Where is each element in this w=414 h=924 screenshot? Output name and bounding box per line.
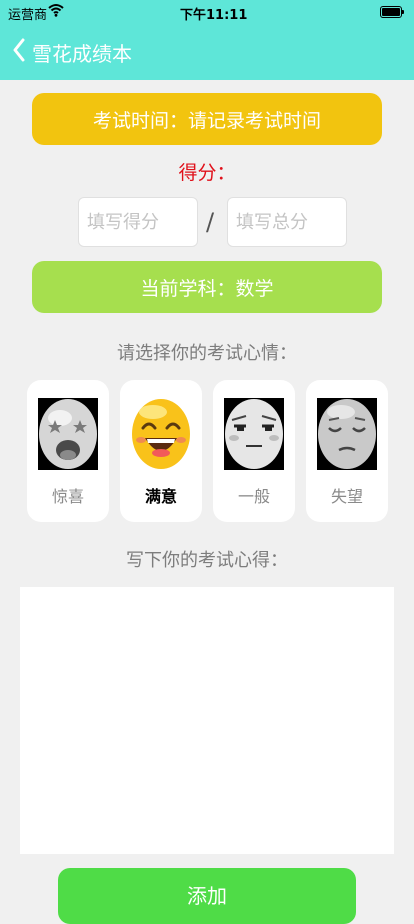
reflection-textarea[interactable]: [20, 587, 394, 854]
status-bar: 运营商 下午11:11: [0, 0, 414, 24]
mood-label: 满意: [144, 487, 177, 506]
surprised-face-icon: [38, 398, 98, 470]
nav-bar: 雪花成绩本: [0, 24, 414, 80]
score-label: 得分：: [178, 162, 236, 184]
score-separator: /: [206, 208, 215, 236]
mood-label: 一般: [237, 487, 270, 506]
battery-icon: [380, 6, 404, 18]
carrier-name: 运营商: [8, 8, 48, 23]
exam-time-button[interactable]: 考试时间：请记录考试时间: [32, 93, 382, 145]
mood-label: 失望: [330, 487, 363, 506]
mood-label: 惊喜: [51, 487, 84, 506]
mood-option-disappointed[interactable]: 失望: [306, 380, 388, 522]
back-chevron-icon[interactable]: [12, 38, 26, 62]
subject-button[interactable]: 当前学科：数学: [32, 261, 382, 313]
status-time: 下午11:11: [180, 8, 248, 23]
add-button[interactable]: 添加: [58, 868, 356, 924]
disappointed-face-icon: [317, 398, 377, 470]
mood-option-neutral[interactable]: 一般: [213, 380, 295, 522]
score-input[interactable]: [78, 197, 198, 247]
wifi-icon: [48, 4, 64, 17]
neutral-face-icon: [224, 398, 284, 470]
reflection-heading: 写下你的考试心得：: [126, 550, 288, 571]
mood-heading: 请选择你的考试心情：: [117, 343, 297, 364]
mood-option-satisfied[interactable]: 满意: [120, 380, 202, 522]
mood-option-surprised[interactable]: 惊喜: [27, 380, 109, 522]
page-title: 雪花成绩本: [32, 42, 132, 66]
total-score-input[interactable]: [227, 197, 347, 247]
satisfied-face-icon: [132, 399, 190, 469]
